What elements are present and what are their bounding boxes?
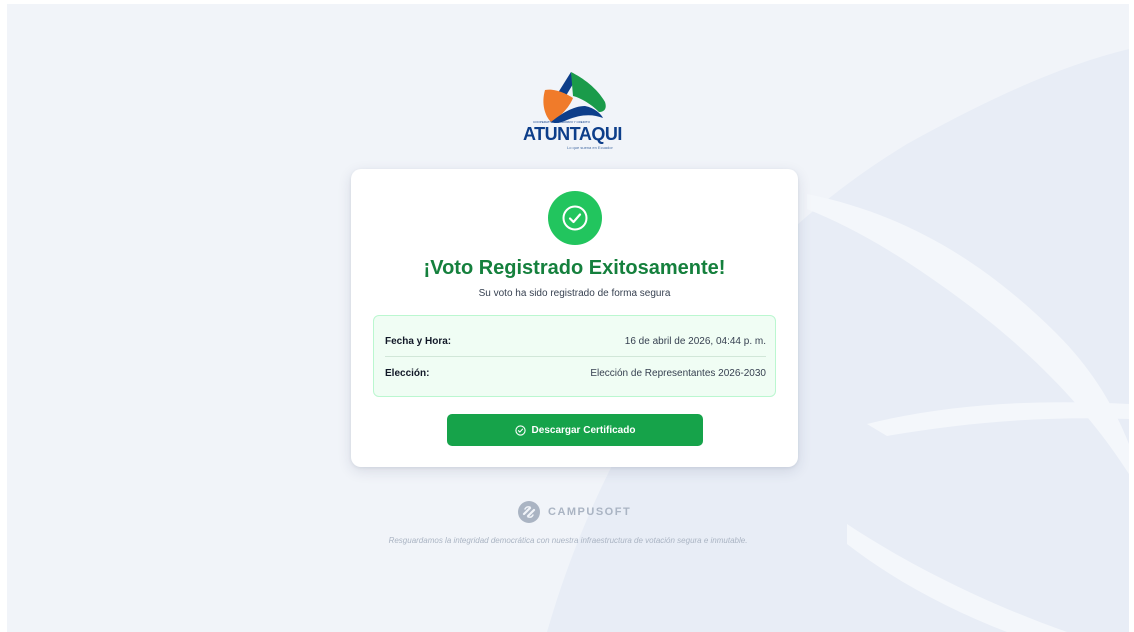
vote-confirmation-card: ¡Voto Registrado Exitosamente! Su voto h… xyxy=(351,169,798,467)
detail-row-election: Elección: Elección de Representantes 202… xyxy=(385,360,766,388)
detail-value: 16 de abril de 2026, 04:44 p. m. xyxy=(624,336,766,347)
check-circle-icon xyxy=(562,205,588,231)
logo-wordmark: ATUNTAQUI xyxy=(523,124,622,144)
vote-details-box: Fecha y Hora: 16 de abril de 2026, 04:44… xyxy=(373,315,776,397)
campusoft-brand: CAMPUSOFT xyxy=(517,500,637,524)
download-certificate-label: Descargar Certificado xyxy=(531,424,636,436)
campusoft-logo-icon xyxy=(518,501,540,523)
success-badge xyxy=(548,191,602,245)
footer-tagline: Resguardamos la integridad democrática c… xyxy=(388,536,748,545)
download-certificate-button[interactable]: Descargar Certificado xyxy=(447,414,703,446)
page-background: COOPERATIVA DE AHORRO Y CREDITO ATUNTAQU… xyxy=(7,4,1129,632)
atuntaqui-emblem-icon xyxy=(543,72,606,124)
confirmation-title: ¡Voto Registrado Exitosamente! xyxy=(423,257,726,279)
logo-slogan: Lo que suena en Ecuador xyxy=(567,145,613,150)
detail-label: Elección: xyxy=(385,368,430,379)
detail-value: Elección de Representantes 2026-2030 xyxy=(590,368,766,379)
campusoft-wordmark: CAMPUSOFT xyxy=(548,506,632,518)
detail-label: Fecha y Hora: xyxy=(385,336,452,347)
detail-row-datetime: Fecha y Hora: 16 de abril de 2026, 04:44… xyxy=(385,328,766,357)
cooperative-logo: COOPERATIVA DE AHORRO Y CREDITO ATUNTAQU… xyxy=(511,68,622,160)
check-circle-icon xyxy=(514,424,526,436)
confirmation-subtitle: Su voto ha sido registrado de forma segu… xyxy=(478,288,671,299)
